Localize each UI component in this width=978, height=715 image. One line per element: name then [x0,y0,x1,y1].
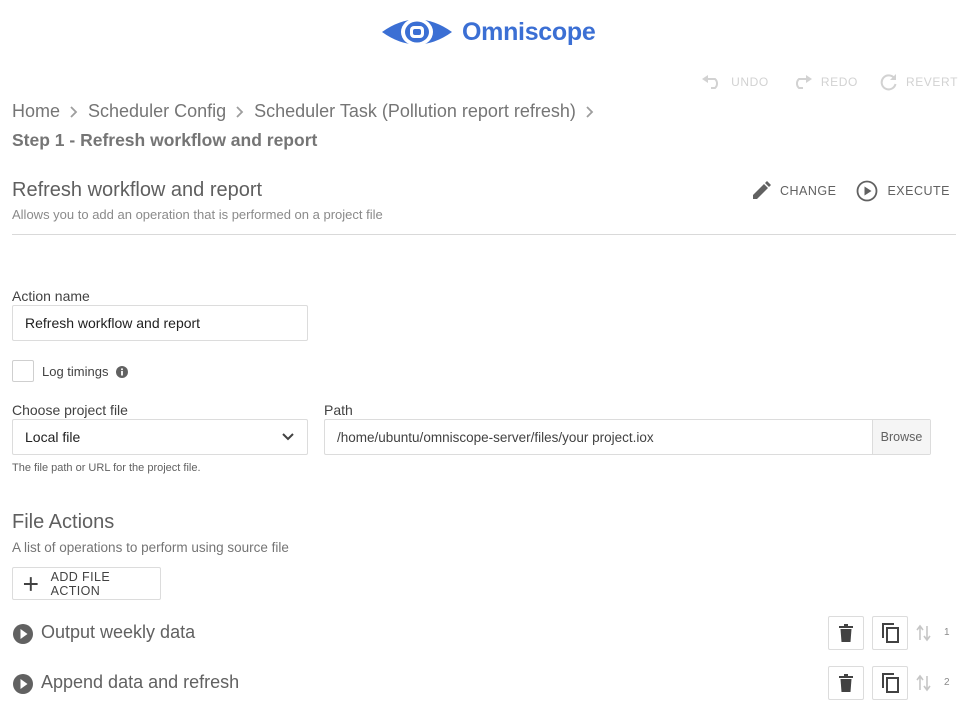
section-title: Refresh workflow and report [12,179,263,201]
page-title: Step 1 - Refresh workflow and report [12,130,318,150]
file-actions-title: File Actions [12,511,115,533]
copy-icon [882,673,899,693]
revert-label: REVERT [905,75,958,89]
action-name-label: Action name [12,288,90,304]
breadcrumb: Home Scheduler Config Scheduler Task (Po… [12,101,604,122]
change-button[interactable]: CHANGE [751,180,836,202]
add-file-action-label: ADD FILE ACTION [50,569,111,598]
duplicate-button[interactable] [872,616,908,650]
delete-button[interactable] [828,616,864,650]
redo-label: REDO [820,75,858,89]
info-icon[interactable] [116,366,128,378]
project-file-value: Local file [25,429,81,445]
trash-icon [839,624,853,642]
brand-name: Omniscope [462,17,596,46]
revert-button[interactable]: REVERT [880,73,958,91]
log-timings-label: Log timings [42,364,109,379]
pencil-icon [752,181,771,199]
file-action-index: 2 [944,677,950,688]
plus-icon [23,576,38,591]
breadcrumb-scheduler-task[interactable]: Scheduler Task (Pollution report refresh… [254,101,576,122]
section-actions: CHANGE EXECUTE [751,180,950,202]
execute-button[interactable]: EXECUTE [856,180,950,202]
path-helper-text: The file path or URL for the project fil… [12,462,201,474]
section-divider [12,234,956,235]
history-toolbar: UNDO REDO REVERT [701,73,958,91]
chevron-right-icon [585,105,595,119]
reorder-icon[interactable] [916,624,932,642]
file-action-row: Output weekly data 1 [12,616,958,652]
eye-logo-icon [382,18,452,46]
delete-button[interactable] [828,666,864,700]
execute-label: EXECUTE [887,184,950,198]
chevron-right-icon [235,105,245,119]
duplicate-button[interactable] [872,666,908,700]
file-actions-subtitle: A list of operations to perform using so… [12,540,289,555]
log-timings-checkbox[interactable] [12,360,34,382]
file-action-label[interactable]: Append data and refresh [41,672,239,693]
undo-icon [702,75,719,89]
path-value: /home/ubuntu/omniscope-server/files/your… [337,430,654,445]
change-label: CHANGE [779,184,837,198]
path-field[interactable]: /home/ubuntu/omniscope-server/files/your… [324,419,931,455]
chevron-right-icon [69,105,79,119]
project-file-label: Choose project file [12,402,128,418]
trash-icon [839,674,853,692]
file-action-index: 1 [944,627,950,638]
undo-label: UNDO [731,75,769,89]
file-action-label[interactable]: Output weekly data [41,622,195,643]
add-file-action-button[interactable]: ADD FILE ACTION [12,567,161,600]
expand-play-icon[interactable] [12,673,34,695]
play-circle-icon [857,180,878,202]
undo-button[interactable]: UNDO [701,75,769,89]
project-file-select[interactable]: Local file [12,419,308,455]
breadcrumb-home[interactable]: Home [12,101,60,122]
section-subtitle: Allows you to add an operation that is p… [12,207,383,222]
redo-icon [795,75,812,89]
browse-button[interactable]: Browse [872,420,930,454]
breadcrumb-scheduler-config[interactable]: Scheduler Config [88,101,226,122]
redo-button[interactable]: REDO [791,75,858,89]
revert-icon [880,74,897,91]
action-name-field[interactable] [12,305,308,341]
copy-icon [882,623,899,643]
file-action-row: Append data and refresh 2 [12,666,958,702]
brand-logo: Omniscope [380,11,596,53]
expand-play-icon[interactable] [12,623,34,645]
path-label: Path [324,402,353,418]
reorder-icon[interactable] [916,674,932,692]
chevron-down-icon [282,433,294,441]
